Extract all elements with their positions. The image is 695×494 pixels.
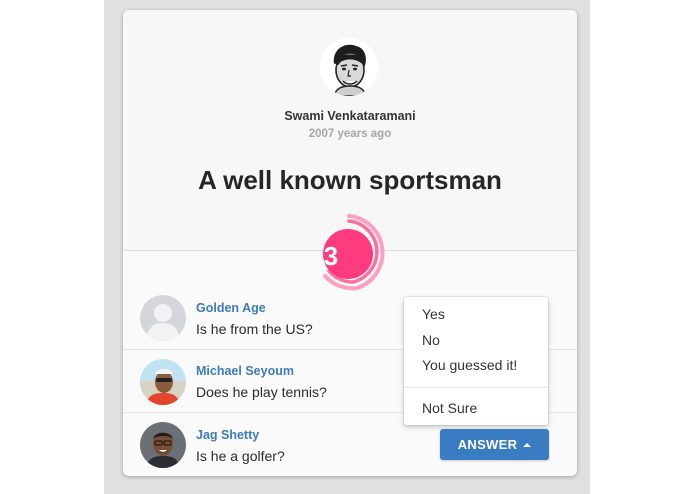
answer-dropdown-menu: Yes No You guessed it! Not Sure [404, 297, 548, 425]
post-timestamp: 2007 years ago [308, 128, 392, 140]
menu-item-you-guessed-it[interactable]: You guessed it! [404, 353, 548, 377]
menu-item-yes[interactable]: Yes [404, 302, 548, 326]
menu-item-no[interactable]: No [404, 328, 548, 352]
user-avatar [140, 422, 186, 468]
menu-item-not-sure[interactable]: Not Sure [404, 396, 548, 420]
answerer-name[interactable]: Michael Seyoum [196, 364, 294, 378]
caret-up-icon [523, 442, 532, 447]
answer-question: Does he play tennis? [196, 384, 327, 400]
answerer-name[interactable]: Golden Age [196, 301, 266, 315]
menu-divider [404, 387, 548, 388]
answer-button[interactable]: ANSWER [440, 429, 549, 460]
question-card: Swami Venkataramani 2007 years ago A wel… [123, 10, 577, 476]
default-avatar-icon [140, 295, 186, 341]
user-avatar [140, 359, 186, 405]
author-avatar[interactable] [320, 38, 378, 96]
answer-count-badge: 3 [323, 241, 339, 271]
answer-button-label: ANSWER [457, 437, 518, 452]
question-title: A well known sportsman [198, 165, 502, 195]
answer-question: Is he a golfer? [196, 448, 285, 464]
author-name[interactable]: Swami Venkataramani [123, 109, 577, 123]
answerer-name[interactable]: Jag Shetty [196, 428, 259, 442]
answer-question: Is he from the US? [196, 321, 313, 337]
